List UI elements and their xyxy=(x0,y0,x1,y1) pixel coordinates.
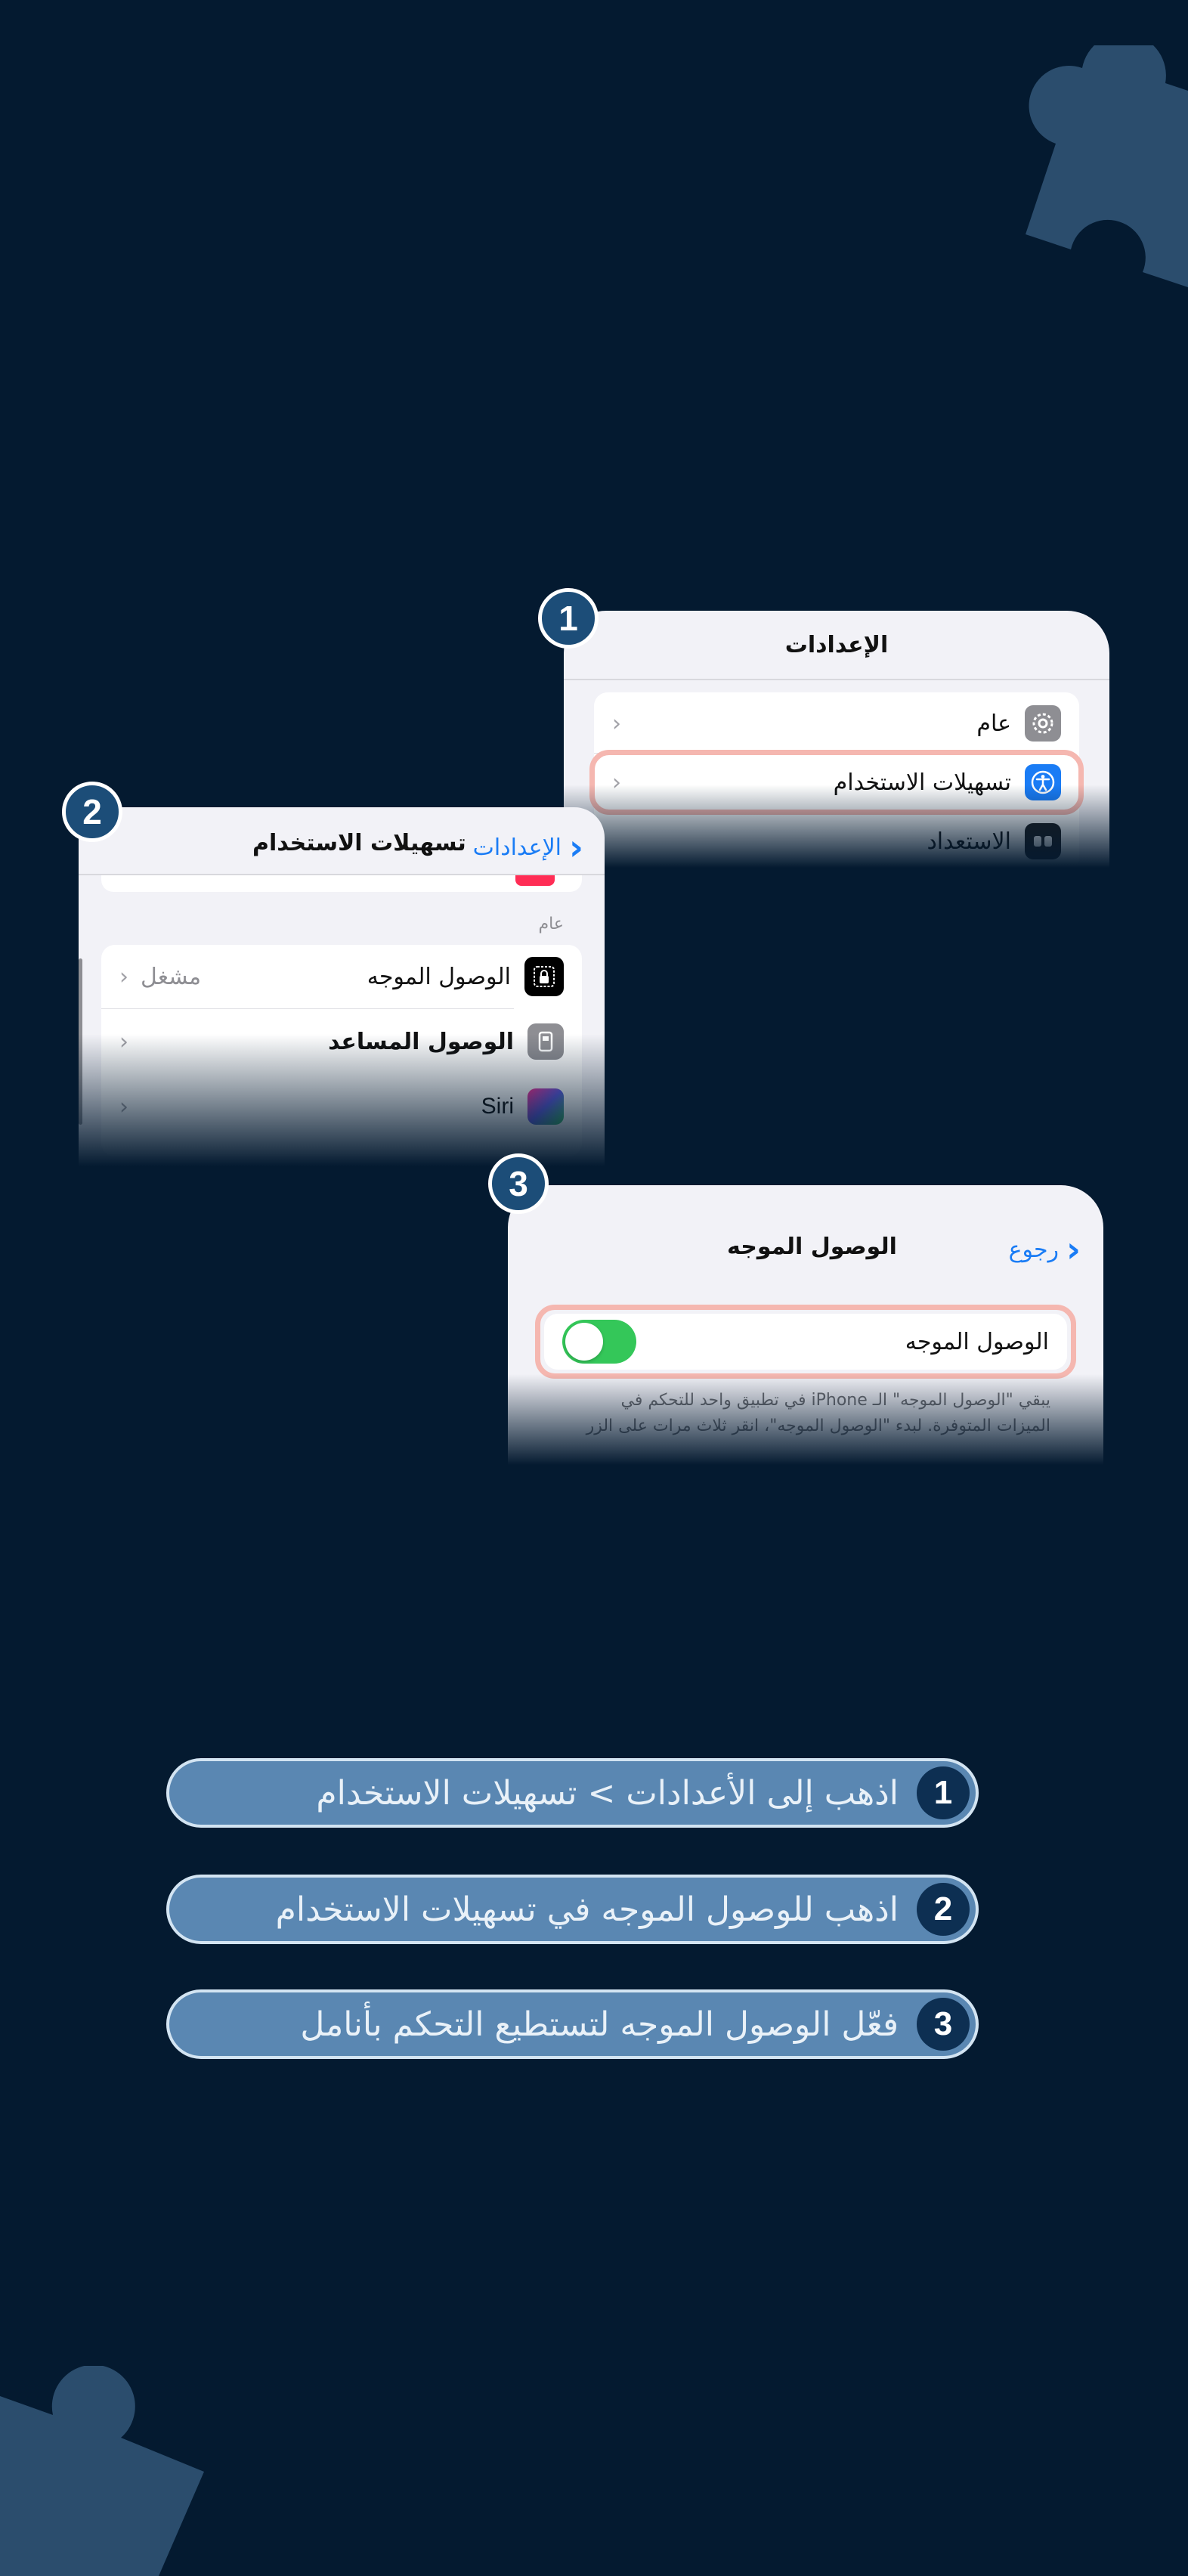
back-button[interactable]: ‹ الإعدادات xyxy=(473,830,583,865)
step-text: اذهب للوصول الموجه في تسهيلات الاستخدام xyxy=(275,1890,899,1929)
puzzle-piece-icon xyxy=(1026,45,1188,287)
assistive-access-icon xyxy=(527,1023,564,1060)
accessibility-item-siri[interactable]: Siri ‹ xyxy=(101,1075,582,1138)
chevron-left-icon: ‹ xyxy=(119,963,128,990)
accessibility-item-label: Siri xyxy=(481,1094,514,1119)
siri-icon xyxy=(527,1088,564,1125)
gear-icon xyxy=(1025,705,1061,742)
lock-icon xyxy=(524,957,564,996)
step-badge: 3 xyxy=(488,1153,549,1214)
accessibility-screen-card: ‹ الإعدادات تسهيلات الاستخدام عام الوصول… xyxy=(79,807,605,1166)
step-instruction-2: 2 اذهب للوصول الموجه في تسهيلات الاستخدا… xyxy=(166,1875,979,1944)
accessibility-item-assistive-access[interactable]: الوصول المساعد ‹ xyxy=(101,1010,582,1073)
step-badge: 1 xyxy=(538,588,599,649)
settings-item-standby[interactable]: الاستعداد xyxy=(594,815,1079,868)
section-header: عام xyxy=(538,915,564,933)
chevron-left-icon: ‹ xyxy=(1066,1229,1081,1270)
chevron-left-icon: ‹ xyxy=(569,827,583,868)
footer-note: يبقي "الوصول الموجه" الـ iPhone في تطبيق… xyxy=(620,1391,1050,1410)
chevron-left-icon: ‹ xyxy=(612,710,621,737)
back-label: رجوع xyxy=(1008,1236,1060,1263)
standby-icon xyxy=(1025,823,1061,859)
page-title: الوصول الموجه xyxy=(727,1234,897,1260)
step-badge: 2 xyxy=(62,782,122,842)
puzzle-piece-icon xyxy=(0,2366,204,2576)
accessibility-item-label: الوصول الموجه xyxy=(367,963,511,990)
back-label: الإعدادات xyxy=(472,834,562,861)
highlight-ring xyxy=(535,1305,1076,1379)
footer-note: الميزات المتوفرة. لبدء "الوصول الموجه"، … xyxy=(586,1416,1050,1435)
page-title: تسهيلات الاستخدام xyxy=(252,830,466,856)
highlight-ring xyxy=(589,750,1084,815)
settings-item-label: الاستعداد xyxy=(927,828,1011,855)
step-text: اذهب إلى الأعدادات > تسهيلات الاستخدام xyxy=(316,1773,899,1813)
step-text: فعّل الوصول الموجه لتستطيع التحكم بأنامل xyxy=(300,2005,899,2044)
accessibility-item-guided-access[interactable]: الوصول الموجه مشغل ‹ xyxy=(101,945,582,1008)
settings-item-label: عام xyxy=(976,710,1011,737)
back-button[interactable]: ‹ رجوع xyxy=(1009,1232,1081,1267)
guided-access-screen-card: ‹ رجوع الوصول الموجه الوصول الموجه يبقي … xyxy=(508,1185,1103,1465)
step-instruction-3: 3 فعّل الوصول الموجه لتستطيع التحكم بأنا… xyxy=(166,1989,979,2059)
status-value: مشغل xyxy=(141,963,202,990)
step-number: 1 xyxy=(917,1766,970,1819)
chevron-left-icon: ‹ xyxy=(119,1093,128,1120)
settings-item-general[interactable]: عام ‹ xyxy=(594,697,1079,750)
step-number: 2 xyxy=(917,1883,970,1936)
step-number: 3 xyxy=(917,1998,970,2051)
settings-screen-card: الإعدادات عام ‹ تسهيلات الاستخدام ‹ الاس… xyxy=(564,611,1109,868)
step-instruction-1: 1 اذهب إلى الأعدادات > تسهيلات الاستخدام xyxy=(166,1758,979,1828)
page-title: الإعدادات xyxy=(784,632,889,658)
accessibility-item-label: الوصول المساعد xyxy=(328,1028,514,1055)
chevron-left-icon: ‹ xyxy=(119,1028,128,1055)
accessibility-list: الوصول الموجه مشغل ‹ الوصول المساعد ‹ Si… xyxy=(101,945,582,1156)
